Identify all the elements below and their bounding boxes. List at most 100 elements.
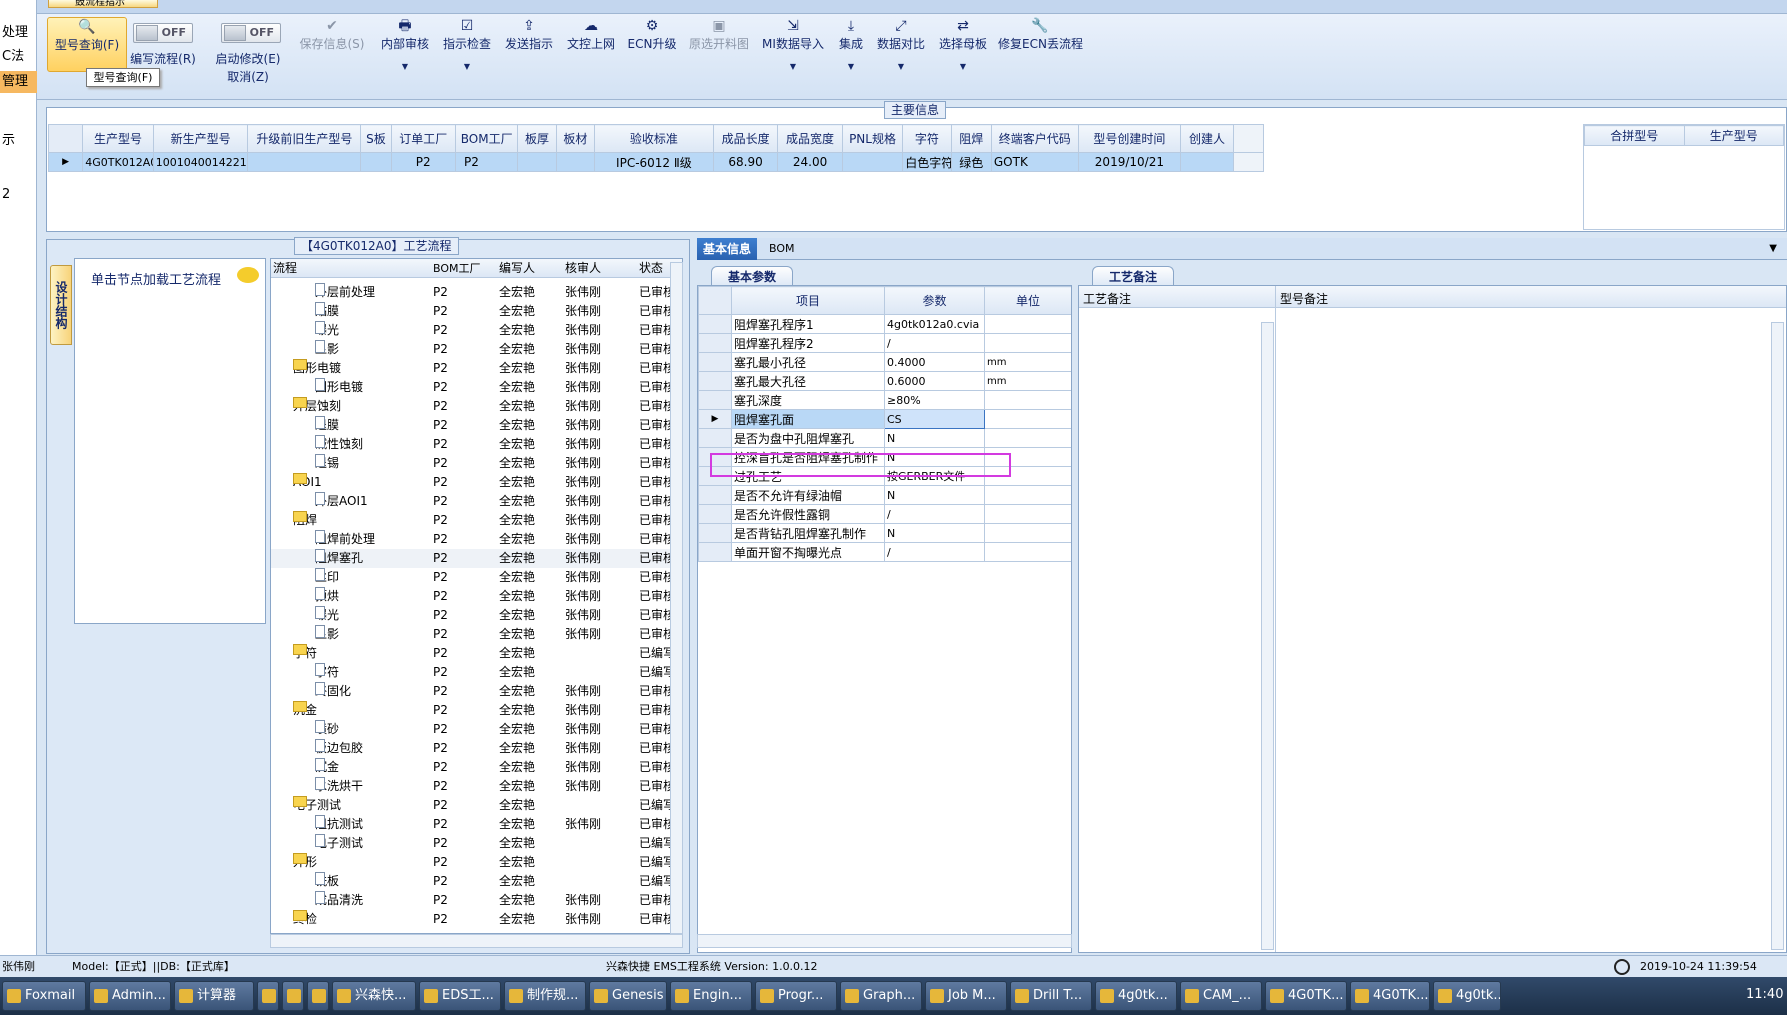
col-header[interactable]: BOM工厂 xyxy=(433,259,489,278)
taskbar-button[interactable]: Graph... xyxy=(840,981,922,1011)
params-horizontal-scrollbar[interactable] xyxy=(697,934,1072,948)
internal-review-button[interactable]: 🖶 内部审核 ▼ xyxy=(378,17,432,71)
instruction-check-button[interactable]: ☑ 指示检查 ▼ xyxy=(440,17,494,71)
taskbar-button[interactable]: 制作规... xyxy=(504,981,586,1011)
param-row[interactable]: 塞孔深度 ≥80% xyxy=(698,390,1071,410)
col-header[interactable]: 订单工厂 xyxy=(390,124,456,153)
col-header[interactable]: 项目 xyxy=(731,286,885,315)
taskbar-button[interactable] xyxy=(257,981,279,1011)
col-header[interactable]: 参数 xyxy=(884,286,985,315)
tree-row[interactable]: −外形P2全宏艳已编写 xyxy=(271,853,682,872)
col-header[interactable]: 生产型号 xyxy=(82,124,154,153)
col-header[interactable]: 编写人 xyxy=(491,259,551,278)
taskbar-button[interactable]: Job M... xyxy=(925,981,1007,1011)
col-header[interactable]: 成品长度 xyxy=(712,124,779,153)
col-header[interactable]: 板材 xyxy=(555,124,595,153)
tree-row[interactable]: −阻焊P2全宏艳张伟刚已审核 xyxy=(271,511,682,530)
param-row[interactable]: ▶ 阻焊塞孔面 CS xyxy=(698,409,1071,429)
col-header[interactable]: 核审人 xyxy=(557,259,621,278)
tree-row[interactable]: −字符P2全宏艳已编写 xyxy=(271,644,682,663)
taskbar-button[interactable]: Progr... xyxy=(755,981,837,1011)
taskbar-button[interactable]: 4G0TK... xyxy=(1265,981,1347,1011)
tree-row[interactable]: 水洗烘干P2全宏艳张伟刚已审核 xyxy=(271,777,682,796)
table-row[interactable]: ▶ 4G0TK012A0 10010400142211 P2 P2 IPC-60… xyxy=(48,152,1264,172)
col-header[interactable]: 升级前旧生产型号 xyxy=(247,124,362,153)
param-value[interactable]: 0.4000 xyxy=(884,352,985,372)
left-nav-item[interactable]: 处理 xyxy=(0,22,37,44)
taskbar-button[interactable]: Drill T... xyxy=(1010,981,1092,1011)
tree-row[interactable]: −沉金P2全宏艳张伟刚已审核 xyxy=(271,701,682,720)
tab-bom[interactable]: BOM xyxy=(763,238,801,260)
repair-ecn-button[interactable]: 🔧 修复ECN丢流程 xyxy=(998,17,1083,52)
left-nav-item[interactable]: 示 xyxy=(0,130,37,152)
param-row[interactable]: 阻焊塞孔程序2/ xyxy=(698,333,1071,353)
param-row[interactable]: 是否背钻孔阻焊塞孔制作 N xyxy=(698,523,1071,543)
tab-basic-params[interactable]: 基本参数 xyxy=(711,266,794,286)
tree-vertical-scrollbar[interactable] xyxy=(670,262,683,934)
ecn-upgrade-button[interactable]: ⚙ ECN升级 xyxy=(626,17,678,52)
taskbar-button[interactable]: 4g0tk... xyxy=(1095,981,1177,1011)
param-value[interactable]: ≥80% xyxy=(884,390,985,410)
remark-scrollbar[interactable] xyxy=(1261,322,1274,950)
remark-scrollbar[interactable] xyxy=(1771,322,1784,950)
taskbar-button[interactable]: EDS工... xyxy=(419,981,501,1011)
taskbar-button[interactable]: Foxmail xyxy=(2,981,86,1011)
left-nav-item[interactable]: 2 xyxy=(0,184,37,206)
tree-row[interactable]: 外层前处理P2全宏艳张伟刚已审核 xyxy=(271,283,682,302)
taskbar-button[interactable]: Engin... xyxy=(670,981,752,1011)
integrate-button[interactable]: ⤓ 集成 ▼ xyxy=(834,17,868,71)
col-header[interactable]: 新生产型号 xyxy=(152,124,249,153)
taskbar-button[interactable]: Admin... xyxy=(89,981,171,1011)
taskbar-button[interactable]: CAM_... xyxy=(1180,981,1262,1011)
param-row[interactable]: 塞孔最大孔径 0.6000 mm xyxy=(698,371,1071,391)
taskbar-button[interactable]: Genesis xyxy=(589,981,667,1011)
tree-row[interactable]: 阻抗测试P2全宏艳张伟刚已审核 xyxy=(271,815,682,834)
choose-master-button[interactable]: ⇄ 选择母板 ▼ xyxy=(936,17,990,71)
param-row[interactable]: 是否为盘中孔阻焊塞孔 N xyxy=(698,428,1071,448)
left-nav-item-selected[interactable]: 管理 xyxy=(0,71,37,93)
param-value[interactable]: N xyxy=(884,428,985,448)
save-info-button[interactable]: ✔ 保存信息(S) xyxy=(296,17,368,52)
col-header[interactable]: 流程 xyxy=(273,259,423,278)
tree-row[interactable]: 终固化P2全宏艳张伟刚已审核 xyxy=(271,682,682,701)
model-search-button[interactable]: 🔍 型号查询(F) xyxy=(47,17,127,72)
tree-row[interactable]: 电子测试P2全宏艳已编写 xyxy=(271,834,682,853)
tree-row[interactable]: 字符P2全宏艳已编写 xyxy=(271,663,682,682)
col-header[interactable]: BOM工厂 xyxy=(454,124,519,153)
tree-row[interactable]: 阻焊前处理P2全宏艳张伟刚已审核 xyxy=(271,530,682,549)
tree-row[interactable]: 曝光P2全宏艳张伟刚已审核 xyxy=(271,321,682,340)
col-header[interactable]: 单位 xyxy=(984,286,1071,315)
col-header[interactable]: 合拼型号 xyxy=(1584,125,1685,146)
tree-row[interactable]: −外层蚀刻P2全宏艳张伟刚已审核 xyxy=(271,397,682,416)
write-flow-toggle[interactable]: OFF xyxy=(133,23,193,43)
col-header[interactable]: 验收标准 xyxy=(593,124,714,153)
param-value[interactable]: N xyxy=(884,523,985,543)
tree-row[interactable]: 外层AOI1P2全宏艳张伟刚已审核 xyxy=(271,492,682,511)
tree-row[interactable]: 板边包胶P2全宏艳张伟刚已审核 xyxy=(271,739,682,758)
param-value[interactable]: / xyxy=(884,542,985,562)
tree-row[interactable]: 阻焊塞孔P2全宏艳张伟刚已审核 xyxy=(271,549,682,568)
taskbar-button[interactable]: 4G0TK... xyxy=(1350,981,1430,1011)
tree-row[interactable]: −电子测试P2全宏艳已编写 xyxy=(271,796,682,815)
precut-drawing-button[interactable]: ▣ 原选开料图 xyxy=(686,17,752,52)
tree-row[interactable]: 铣板P2全宏艳已编写 xyxy=(271,872,682,891)
param-value[interactable]: 4g0tk012a0.cvia xyxy=(884,314,985,334)
param-value[interactable]: / xyxy=(884,333,985,353)
tree-row[interactable]: 预烘P2全宏艳张伟刚已审核 xyxy=(271,587,682,606)
param-row[interactable]: 塞孔最小孔径 0.4000 mm xyxy=(698,352,1071,372)
data-compare-button[interactable]: ⤢ 数据对比 ▼ xyxy=(874,17,928,71)
tab-process-remarks[interactable]: 工艺备注 xyxy=(1092,266,1175,286)
col-header[interactable]: 字符 xyxy=(902,124,952,153)
doc-upload-button[interactable]: ☁ 文控上网 xyxy=(564,17,618,52)
col-header[interactable]: 终端客户代码 xyxy=(990,124,1079,153)
mi-import-button[interactable]: ⇲ MI数据导入 ▼ xyxy=(760,17,826,71)
tree-row[interactable]: 贴膜P2全宏艳张伟刚已审核 xyxy=(271,302,682,321)
param-row[interactable]: 是否允许假性露铜 / xyxy=(698,504,1071,524)
param-row[interactable]: 单面开窗不掏曝光点 / xyxy=(698,542,1071,562)
col-header[interactable]: PNL规格 xyxy=(841,124,904,153)
tree-row[interactable]: 退锡P2全宏艳张伟刚已审核 xyxy=(271,454,682,473)
tree-row[interactable]: −图形电镀P2全宏艳张伟刚已审核 xyxy=(271,359,682,378)
tree-row[interactable]: 退膜P2全宏艳张伟刚已审核 xyxy=(271,416,682,435)
col-header[interactable]: 生产型号 xyxy=(1683,125,1784,146)
tree-row[interactable]: −终检P2全宏艳张伟刚已审核 xyxy=(271,910,682,929)
